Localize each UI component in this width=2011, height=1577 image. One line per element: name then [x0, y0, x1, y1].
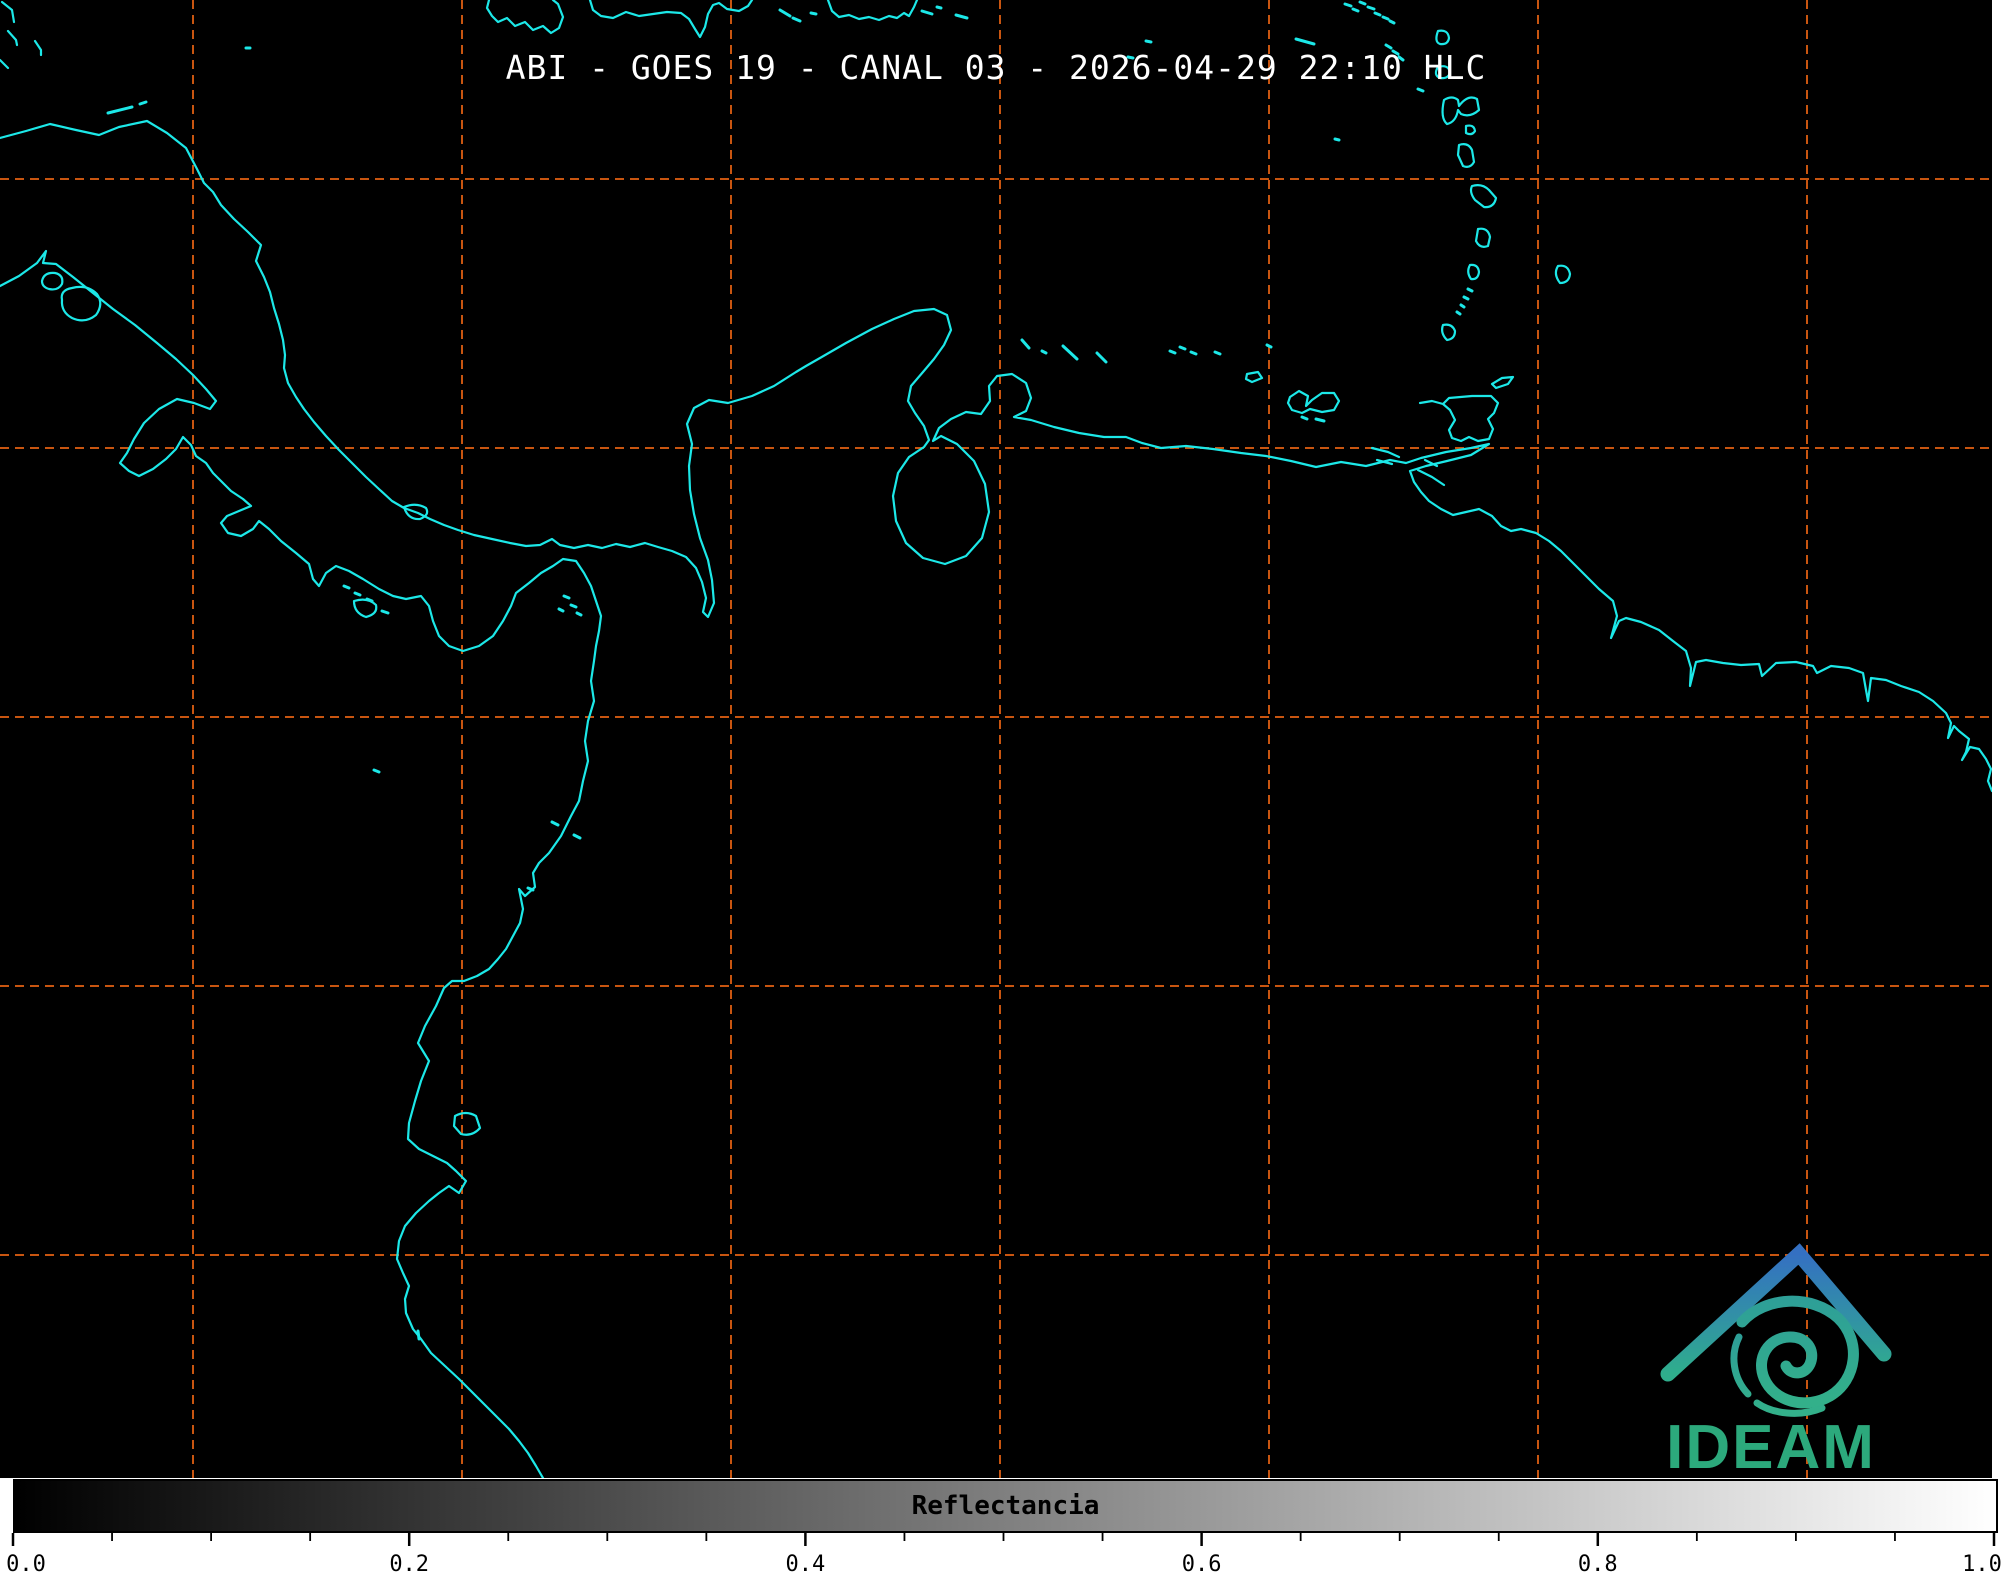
island-margarita: [1288, 391, 1339, 413]
island-hispaniola-south: [590, 0, 752, 37]
tick-label: 1.0: [1962, 1552, 2002, 1577]
latlon-gridlines: [0, 0, 1992, 1478]
island-grenada: [1442, 325, 1455, 340]
island-dominica: [1458, 144, 1474, 167]
island-trinidad: [1420, 396, 1498, 441]
island-st-vincent: [1468, 265, 1479, 279]
island-marie-galante: [1466, 126, 1475, 135]
ideam-logo: IDEAM: [1666, 1254, 1884, 1478]
lake-managua: [42, 273, 62, 290]
colorbar-label: Reflectancia: [0, 1491, 2011, 1521]
tick-label: 0.4: [786, 1552, 826, 1577]
lake-nicaragua: [62, 287, 101, 321]
island-guadeloupe: [1443, 98, 1479, 125]
satellite-image-figure: IDEAM ABI - GOES 19 - CANAL 03 - 2026-04…: [0, 0, 2011, 1577]
colorbar-strip: Reflectancia 0.0 0.2 0.4 0.6 0.8 1.0: [0, 1478, 2011, 1577]
orinoco-delta-channels: [1372, 448, 1444, 485]
ideam-logo-text: IDEAM: [1666, 1413, 1876, 1478]
hurricane-swirl-icon: [1742, 1301, 1853, 1403]
map-area: IDEAM ABI - GOES 19 - CANAL 03 - 2026-04…: [0, 0, 1992, 1478]
coastlines: [0, 0, 1992, 1478]
islets-abc-and-roques: [1022, 340, 1324, 421]
tick-label: 0.6: [1182, 1552, 1222, 1577]
island-puerto-rico-south: [828, 0, 917, 20]
map-canvas: IDEAM: [0, 0, 1992, 1478]
coast-caribbean-mainland: [0, 121, 1992, 791]
island-martinique: [1471, 185, 1496, 207]
island-la-tortuga: [1246, 372, 1262, 382]
image-title: ABI - GOES 19 - CANAL 03 - 2026-04-29 22…: [0, 48, 1992, 87]
island-barbuda: [1436, 31, 1449, 44]
island-barbados: [1556, 266, 1570, 283]
coast-pacific-mainland: [0, 251, 601, 1478]
tick-label: 0.2: [389, 1552, 429, 1577]
colorbar-axis: 0.0 0.2 0.4 0.6 0.8 1.0: [0, 1533, 2011, 1577]
island-tobago: [1492, 377, 1513, 388]
tick-label: 0.8: [1578, 1552, 1618, 1577]
tick-label: 0.0: [6, 1552, 46, 1577]
islets-grenadines: [1457, 289, 1472, 314]
island-st-lucia: [1476, 229, 1490, 247]
island-coiba: [354, 600, 376, 617]
island-puna: [454, 1113, 480, 1135]
island-jamaica: [487, 0, 563, 33]
